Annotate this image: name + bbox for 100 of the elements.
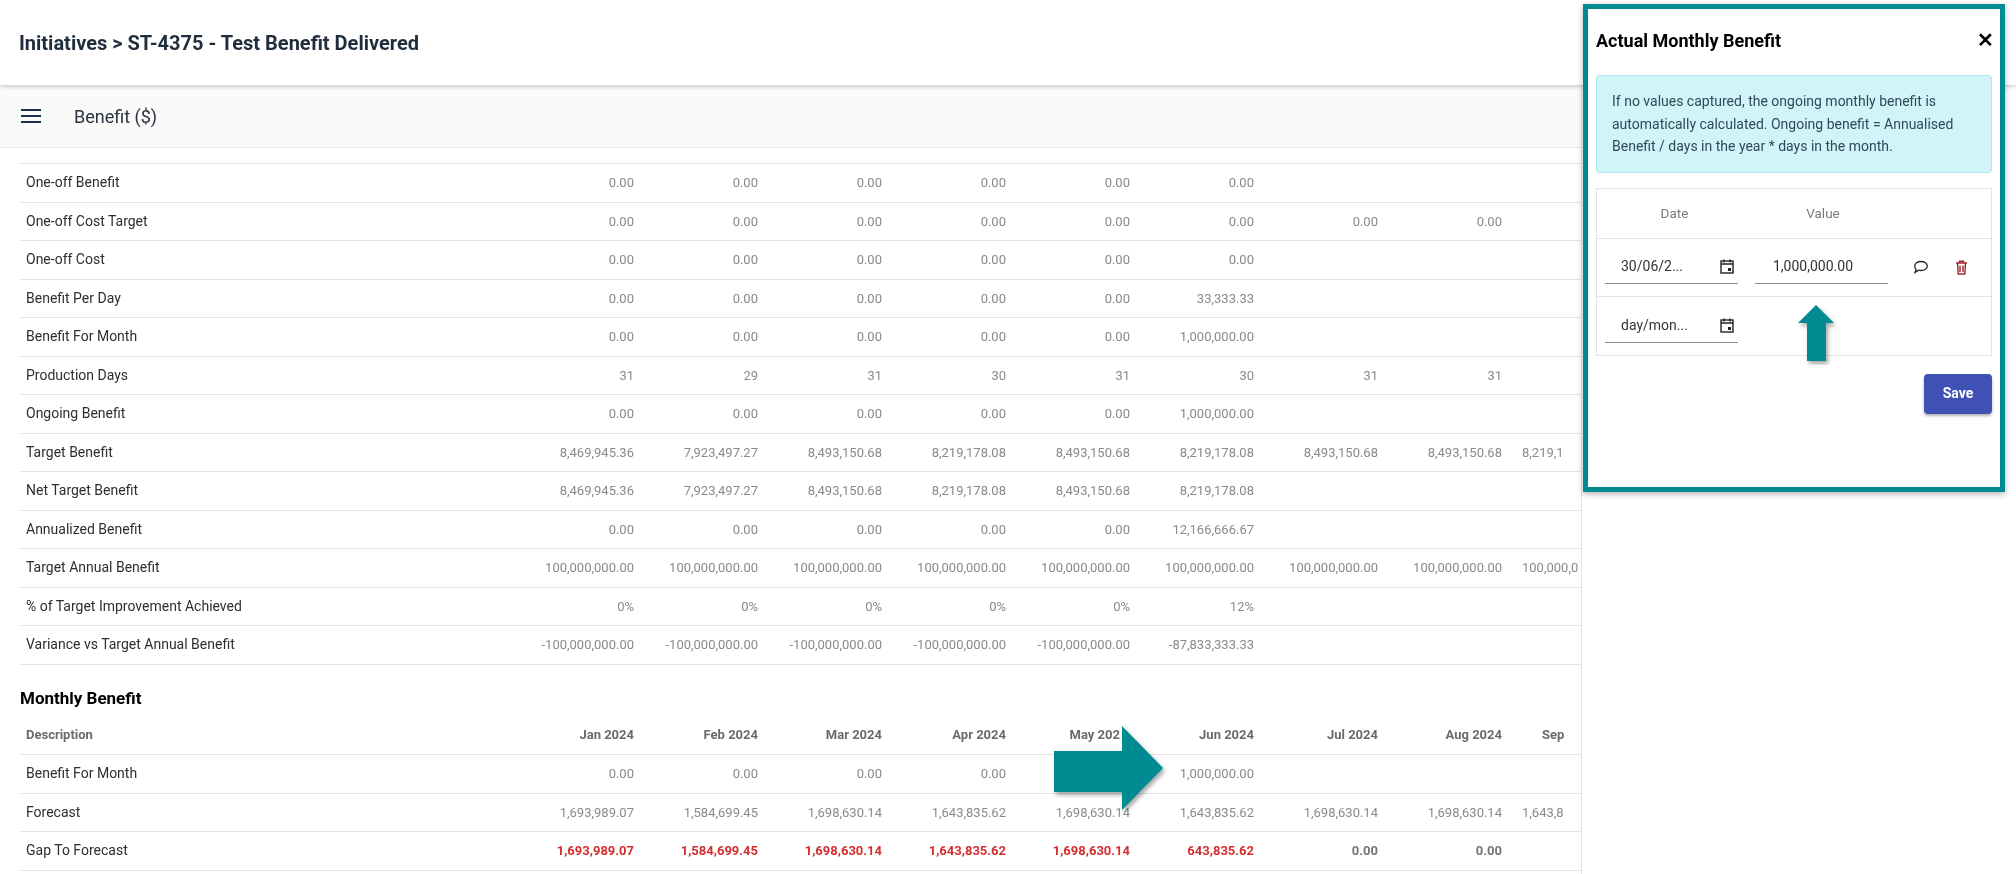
table-cell-text: -100,000,000.00 — [540, 636, 634, 654]
table-cell-text: 0.00 — [979, 251, 1006, 269]
table-cell-text: 0.00 — [979, 405, 1006, 423]
column-header: Jun 2024 — [1198, 725, 1254, 744]
table-cell-text: 0.00 — [1350, 842, 1378, 860]
row-label: % of Target Improvement Achieved — [25, 596, 243, 616]
table-cell-text: 7,923,497.27 — [682, 443, 758, 462]
row-label: Target Annual Benefit — [25, 558, 161, 578]
date-field[interactable]: 30/06/2... — [1605, 250, 1738, 284]
row-label: Variance vs Target Annual Benefit — [25, 635, 236, 655]
table-cell-text: 0.00 — [607, 328, 634, 346]
date-field[interactable]: day/mon... — [1605, 308, 1738, 343]
column-header: Jan 2024 — [578, 725, 634, 744]
table-cell-text: 1,698,630.14 — [1051, 842, 1130, 860]
menu-icon — [21, 108, 41, 124]
table-cell-text: 12,166,666.67 — [1171, 520, 1254, 539]
table-cell-text: 0.00 — [979, 520, 1006, 539]
table-cell-text: 31 — [1114, 366, 1130, 385]
row-label: Forecast — [25, 802, 82, 822]
page-title: Initiatives > ST-4375 - Test Benefit Delivered — [19, 29, 419, 57]
table-cell-text: 1,698,630.14 — [1054, 803, 1130, 822]
table-cell-text: 1,698,630.14 — [1302, 803, 1378, 822]
table-cell-text: 0.00 — [855, 251, 882, 269]
table-cell-text: 0.00 — [1227, 251, 1254, 269]
row-label: Benefit For Month — [25, 764, 139, 784]
table-cell-text: 0.00 — [979, 174, 1006, 192]
column-header: Jul 2024 — [1325, 725, 1378, 744]
table-cell-text: 8,469,945.36 — [558, 482, 634, 500]
table-cell-text: 8,493,150.68 — [1426, 443, 1502, 462]
table-cell-text: 1,000,000.00 — [1178, 328, 1254, 346]
table-cell-text: 0.00 — [979, 765, 1006, 783]
table-cell-text: 29 — [742, 366, 758, 385]
column-header: Value — [1805, 203, 1841, 223]
table-cell-text: 0.00 — [979, 289, 1006, 308]
table-cell-text: 0% — [988, 597, 1006, 616]
table-cell-text: 1,584,699.45 — [682, 803, 758, 822]
table-cell-text: 0.00 — [731, 405, 758, 423]
column-header: Aug 2024 — [1444, 725, 1502, 744]
table-cell-text: 1,643,8 — [1521, 803, 1565, 822]
table-cell-text: 0.00 — [855, 328, 882, 346]
table-cell-text: 8,219,178.08 — [1178, 482, 1254, 500]
table-cell-text: 0.00 — [1351, 212, 1378, 231]
table-cell-text: 0.00 — [1103, 174, 1130, 192]
table-cell-text: -100,000,000.00 — [788, 636, 882, 654]
table-cell-text: 643,835.62 — [1186, 842, 1254, 860]
column-header: Apr 2024 — [951, 725, 1006, 744]
table-cell-text: 31 — [1362, 366, 1378, 385]
row-label: Net Target Benefit — [25, 481, 139, 501]
trash-icon — [1954, 259, 1968, 275]
table-cell-text: 0.00 — [1103, 328, 1130, 346]
row-label: One-off Benefit — [25, 173, 121, 193]
section-title: Benefit ($) — [74, 104, 158, 129]
table-cell-text: 100,000,000.00 — [1164, 559, 1254, 577]
row-label: Ongoing Benefit — [25, 404, 127, 424]
table-cell-text: 100,000,000.00 — [668, 559, 758, 577]
table-cell-text: 1,693,989.07 — [558, 803, 634, 822]
table-cell-text: 0.00 — [1103, 405, 1130, 423]
close-button[interactable]: ✕ — [1977, 30, 1994, 50]
table-cell-text: 1,643,835.62 — [1178, 803, 1254, 822]
table-cell-text: 0.00 — [731, 520, 758, 539]
save-button[interactable]: Save — [1924, 373, 1992, 414]
row-label: Target Benefit — [25, 442, 114, 462]
table-cell-text: 0.00 — [855, 212, 882, 231]
table-cell-text: 1,000,000.00 — [1178, 765, 1254, 783]
table-cell-text: 0.00 — [855, 174, 882, 192]
table-cell-text: 8,219,178.08 — [930, 443, 1006, 462]
table-cell-text: 30 — [990, 366, 1006, 385]
table-cell-text: 1,693,989.07 — [555, 842, 634, 860]
column-header: Date — [1659, 203, 1690, 223]
table-cell-text: 1,643,835.62 — [927, 842, 1006, 860]
section-heading: Monthly Benefit — [20, 686, 143, 710]
calendar-icon — [1720, 317, 1734, 333]
table-cell-text: 0.00 — [1227, 174, 1254, 192]
table-cell-text: 31 — [618, 366, 634, 385]
comment-button[interactable] — [1912, 258, 1930, 276]
table-cell-text: 0.00 — [979, 212, 1006, 231]
table-cell-text: 0.00 — [855, 765, 882, 783]
table-cell-text: 8,493,150.68 — [1302, 443, 1378, 462]
table-cell-text: 33,333.33 — [1195, 289, 1254, 308]
calendar-icon — [1720, 259, 1734, 274]
table-cell-text: 1,000,000.00 — [1178, 405, 1254, 423]
table-cell-text: -100,000,000.00 — [664, 636, 758, 654]
table-cell-text: 0.00 — [731, 328, 758, 346]
table-cell-text: 0.00 — [1474, 842, 1502, 860]
table-cell-text: 0.00 — [855, 289, 882, 308]
table-cell-text: 0.00 — [731, 765, 758, 783]
value-field[interactable]: 1,000,000.00 — [1755, 250, 1888, 284]
table-cell-text: 0.00 — [607, 251, 634, 269]
table-cell-text: 0.00 — [607, 174, 634, 192]
table-cell-text: 0.00 — [1103, 251, 1130, 269]
table-cell-text: 8,219,178.08 — [1178, 443, 1254, 462]
table-cell-text: 8,493,150.68 — [806, 443, 882, 462]
column-header: Feb 2024 — [702, 725, 758, 744]
table-cell-text: 100,000,000.00 — [916, 559, 1006, 577]
table-cell-text: 1,698,630.14 — [1426, 803, 1502, 822]
table-cell-text: 100,000,000.00 — [792, 559, 882, 577]
table-cell-text: 7,923,497.27 — [682, 482, 758, 500]
table-cell-text: 0.00 — [1103, 289, 1130, 308]
table-cell-text: 0.00 — [1475, 212, 1502, 231]
annotation-arrow — [1798, 305, 1834, 361]
